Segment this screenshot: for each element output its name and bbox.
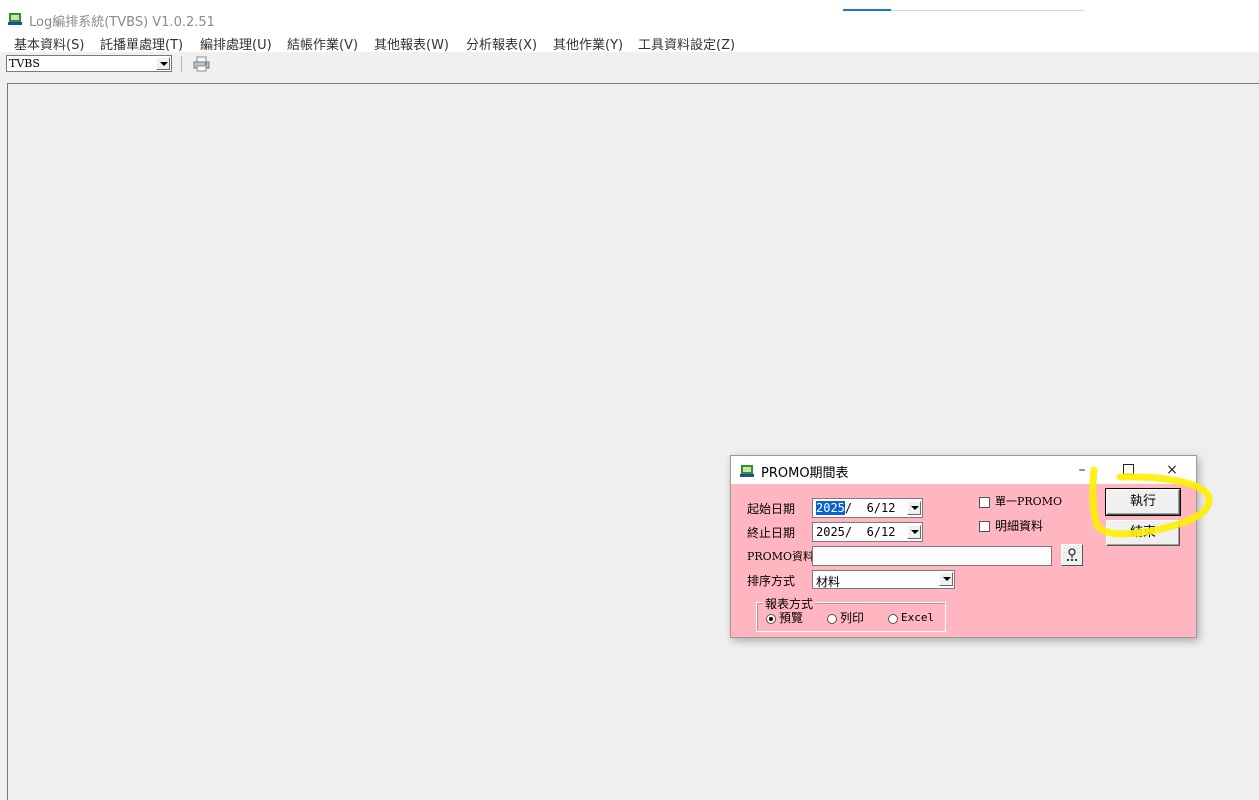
window-titlebar[interactable]: PROMO期間表 – × <box>731 456 1196 484</box>
print-icon[interactable] <box>193 56 210 72</box>
app-titlebar: Log編排系統(TVBS) V1.0.2.51 <box>0 0 1259 32</box>
radio-excel-label[interactable]: Excel <box>901 611 934 624</box>
title-accent-line <box>843 9 891 11</box>
promo-data-input[interactable] <box>812 546 1052 566</box>
sort-value: 材料 <box>816 575 841 589</box>
station-value: TVBS <box>9 57 40 70</box>
start-date-picker[interactable]: 2025/ 6/12 <box>812 498 923 518</box>
execute-button[interactable]: 執行 <box>1105 488 1181 516</box>
sort-select[interactable]: 材料 <box>812 570 955 589</box>
chevron-down-icon[interactable] <box>939 572 953 586</box>
maximize-icon <box>1122 463 1134 475</box>
radio-preview[interactable] <box>766 614 776 624</box>
close-dialog-button[interactable]: 結束 <box>1106 520 1180 546</box>
radio-preview-label[interactable]: 預覽 <box>779 609 803 626</box>
menu-tool-settings[interactable]: 工具資料設定(Z) <box>638 34 735 53</box>
menu-order-processing[interactable]: 託播單處理(T) <box>100 34 183 53</box>
menu-scheduling[interactable]: 編排處理(U) <box>200 34 272 53</box>
app-title: Log編排系統(TVBS) V1.0.2.51 <box>29 15 215 30</box>
end-date-value: 2025/ 6/12 <box>816 525 896 539</box>
single-promo-checkbox[interactable] <box>979 497 990 508</box>
mdi-workspace <box>7 83 1259 800</box>
start-date-year: 2025 <box>816 501 845 515</box>
minimize-button[interactable]: – <box>1067 459 1097 481</box>
menu-basic-data[interactable]: 基本資料(S) <box>14 34 84 53</box>
start-date-rest: / 6/12 <box>844 501 896 515</box>
toolbar-separator <box>181 56 182 72</box>
start-date-label: 起始日期 <box>747 502 796 516</box>
promo-data-label: PROMO資料 <box>747 550 814 563</box>
sort-label: 排序方式 <box>747 574 796 588</box>
menu-other-reports[interactable]: 其他報表(W) <box>374 34 449 53</box>
end-date-picker[interactable]: 2025/ 6/12 <box>812 522 923 542</box>
single-promo-label[interactable]: 單一PROMO <box>995 493 1062 509</box>
radio-print-label[interactable]: 列印 <box>840 609 864 626</box>
tvbs-app-icon <box>8 13 22 25</box>
menu-bar: 基本資料(S) 託播單處理(T) 編排處理(U) 結帳作業(V) 其他報表(W)… <box>0 32 1259 53</box>
end-date-label: 終止日期 <box>747 526 796 540</box>
menu-other-operations[interactable]: 其他作業(Y) <box>553 34 623 53</box>
radio-excel[interactable] <box>888 614 898 624</box>
detail-data-checkbox[interactable] <box>979 521 990 532</box>
tvbs-app-icon <box>740 465 754 477</box>
chevron-down-icon[interactable] <box>156 57 170 70</box>
promo-search-button[interactable] <box>1061 544 1083 566</box>
radio-selected-dot <box>769 617 773 621</box>
promo-period-window: PROMO期間表 – × 起始日期 2025/ 6/12 終止日期 2025/ … <box>730 455 1197 638</box>
menu-billing[interactable]: 結帳作業(V) <box>287 34 358 53</box>
detail-data-label[interactable]: 明細資料 <box>995 517 1043 534</box>
toolbar: TVBS <box>0 52 1259 83</box>
search-icon <box>1067 548 1077 561</box>
chevron-down-icon[interactable] <box>907 525 921 539</box>
close-button[interactable]: × <box>1157 459 1187 481</box>
window-title: PROMO期間表 <box>761 466 849 481</box>
start-date-value: 2025/ 6/12 <box>816 501 895 515</box>
menu-analysis-reports[interactable]: 分析報表(X) <box>466 34 537 53</box>
radio-print[interactable] <box>827 614 837 624</box>
chevron-down-icon[interactable] <box>907 501 921 515</box>
station-select[interactable]: TVBS <box>6 55 172 72</box>
maximize-button[interactable] <box>1113 459 1143 481</box>
title-divider <box>891 10 1084 11</box>
